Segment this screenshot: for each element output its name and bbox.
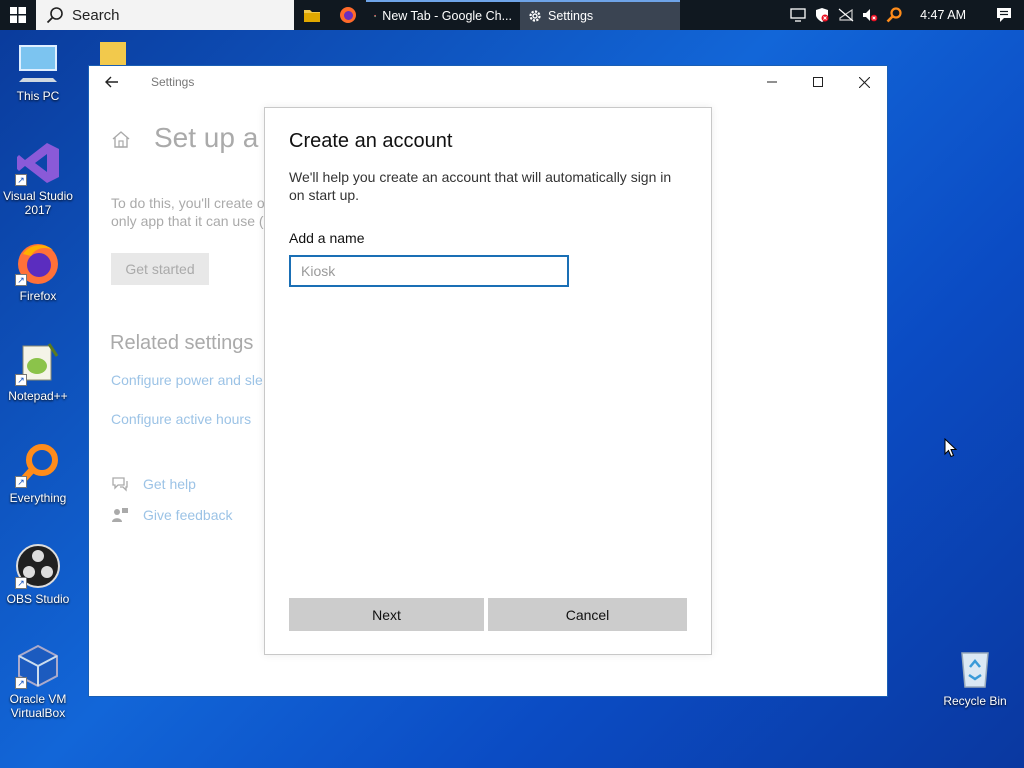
close-button[interactable] — [841, 66, 887, 98]
desktop-icon-everything[interactable]: ↗ Everything — [0, 442, 76, 505]
close-icon — [858, 76, 870, 88]
window-titlebar[interactable]: Settings — [89, 66, 887, 98]
search-icon — [46, 7, 63, 24]
chrome-icon — [374, 14, 377, 18]
firefox-icon — [340, 7, 356, 23]
desktop-icon-obs[interactable]: ↗ OBS Studio — [0, 543, 76, 606]
taskbar-file-explorer[interactable] — [294, 0, 330, 30]
page-title: Set up a k — [154, 122, 281, 153]
desktop-icon-firefox[interactable]: ↗ Firefox — [0, 240, 76, 303]
help-chat-icon — [112, 477, 128, 492]
window-title: Settings — [151, 75, 195, 89]
dialog-title: Create an account — [289, 130, 453, 152]
tray-display-icon[interactable] — [786, 0, 810, 30]
get-help-label: Get help — [143, 476, 196, 492]
desktop-icon-notepadpp[interactable]: ↗ Notepad++ — [0, 340, 76, 403]
add-name-label: Add a name — [289, 230, 365, 246]
next-button[interactable]: Next — [289, 598, 484, 631]
give-feedback-label: Give feedback — [143, 507, 233, 523]
start-button[interactable] — [0, 0, 36, 30]
desktop-icon-label: This PC — [16, 89, 60, 103]
desktop-folder-partial[interactable] — [100, 40, 126, 66]
account-name-input[interactable] — [289, 255, 569, 287]
related-settings-heading: Related settings — [110, 332, 254, 354]
page-description: To do this, you'll create o only app tha… — [111, 194, 271, 230]
back-button[interactable] — [89, 66, 135, 98]
notification-icon — [997, 8, 1011, 22]
folder-icon — [100, 42, 126, 66]
desktop-icon-virtualbox[interactable]: ↗ Oracle VM VirtualBox — [0, 643, 76, 720]
home-icon[interactable] — [111, 130, 131, 153]
search-placeholder: Search — [72, 6, 120, 24]
recycle-bin-icon — [961, 652, 989, 688]
minimize-button[interactable] — [749, 66, 795, 98]
feedback-person-icon — [112, 508, 128, 522]
get-help-link[interactable]: Get help — [111, 476, 196, 492]
desktop-icon-label: OBS Studio — [6, 592, 70, 606]
desktop-icon-label: Firefox — [19, 289, 57, 303]
taskbar-clock[interactable]: 4:47 AM — [906, 8, 984, 22]
back-arrow-icon — [105, 76, 118, 88]
gear-icon — [529, 10, 541, 22]
desktop-icon-this-pc[interactable]: This PC — [0, 40, 76, 103]
taskbar-firefox[interactable] — [330, 0, 366, 30]
tray-everything-search-icon[interactable] — [882, 0, 906, 30]
desktop-icon-label: Recycle Bin — [943, 694, 1007, 708]
desktop-icon-label: Notepad++ — [8, 389, 68, 403]
taskbar-chrome-task[interactable]: New Tab - Google Ch... — [366, 0, 520, 30]
windows-logo-icon — [10, 7, 26, 23]
settings-task-label: Settings — [548, 9, 594, 23]
tray-security-icon[interactable] — [810, 0, 834, 30]
desktop-icon-visual-studio[interactable]: ↗ Visual Studio 2017 — [0, 140, 76, 217]
cancel-button[interactable]: Cancel — [488, 598, 687, 631]
chrome-task-label: New Tab - Google Ch... — [382, 9, 512, 23]
tray-volume-muted-icon[interactable] — [858, 0, 882, 30]
minimize-icon — [767, 81, 777, 83]
desktop-icon-label: Oracle VM VirtualBox — [9, 692, 67, 720]
get-started-button[interactable]: Get started — [111, 253, 209, 285]
maximize-icon — [813, 77, 823, 87]
create-account-dialog: Create an account We'll help you create … — [264, 107, 712, 655]
configure-active-hours-link[interactable]: Configure active hours — [111, 411, 251, 427]
taskbar-search-box[interactable]: Search — [36, 0, 294, 30]
system-tray: 4:47 AM — [786, 0, 1024, 30]
taskbar-settings-task[interactable]: Settings — [520, 0, 680, 30]
description-line: only app that it can use ( — [111, 213, 264, 229]
desktop-icon-label: Visual Studio 2017 — [3, 189, 73, 217]
folder-icon — [304, 10, 320, 22]
computer-icon — [19, 45, 57, 82]
desktop-icon-label: Everything — [9, 491, 67, 505]
tray-network-icon[interactable] — [834, 0, 858, 30]
action-center-button[interactable] — [984, 0, 1024, 30]
give-feedback-link[interactable]: Give feedback — [111, 507, 233, 523]
dialog-description: We'll help you create an account that wi… — [289, 169, 672, 203]
taskbar: Search New Tab - Google Ch... Settings 4… — [0, 0, 1024, 30]
mouse-cursor-icon — [944, 438, 958, 458]
description-line: To do this, you'll create o — [111, 195, 265, 211]
desktop-icon-recycle-bin[interactable]: Recycle Bin — [937, 645, 1013, 708]
maximize-button[interactable] — [795, 66, 841, 98]
configure-power-link[interactable]: Configure power and sle — [111, 372, 263, 388]
